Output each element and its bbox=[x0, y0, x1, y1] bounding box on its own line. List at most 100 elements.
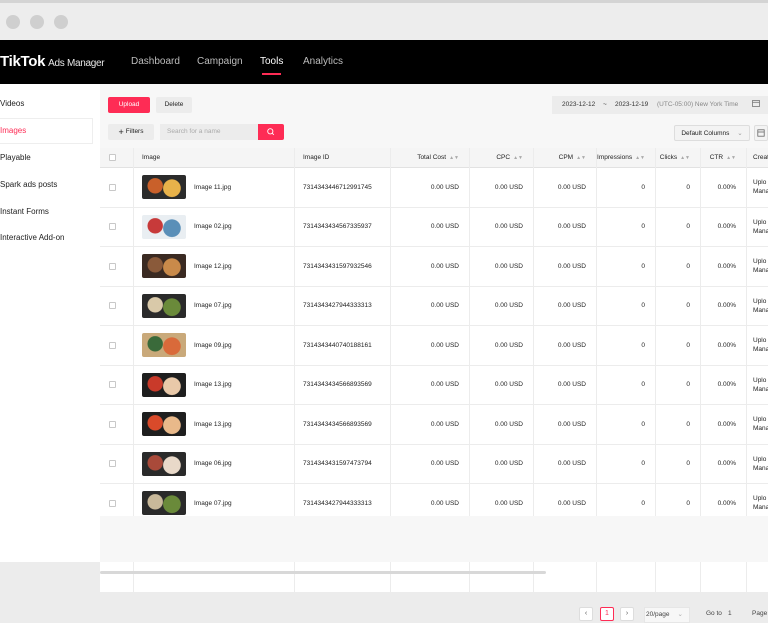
select-all-checkbox[interactable] bbox=[109, 148, 119, 167]
sidebar-item-instant-forms[interactable]: Instant Forms bbox=[0, 200, 92, 224]
col-total-cost[interactable]: Total Cost ▲▼ bbox=[390, 148, 469, 167]
app-window: TikTok Ads Manager Dashboard Campaign Too… bbox=[0, 0, 768, 623]
page-1-button[interactable]: 1 bbox=[600, 607, 614, 621]
image-cell[interactable]: Image 12.jpg bbox=[142, 247, 292, 286]
col-impressions-label: Impressions bbox=[597, 154, 633, 161]
cpc-value: 0.00 USD bbox=[494, 420, 523, 428]
ctr-value: 0.00% bbox=[717, 381, 736, 389]
image-thumbnail[interactable] bbox=[142, 214, 186, 239]
ctr-value: 0.00% bbox=[717, 460, 736, 468]
image-cell[interactable]: Image 11.jpg bbox=[142, 168, 292, 207]
table-row[interactable]: Image 11.jpg 7314343446712991745 0.00 US… bbox=[100, 168, 768, 208]
image-cell[interactable]: Image 02.jpg bbox=[142, 208, 292, 247]
created-line-2: Mana bbox=[753, 188, 768, 196]
col-created[interactable]: Creat bbox=[753, 148, 768, 167]
delete-button[interactable]: Delete bbox=[156, 97, 192, 113]
cpc-value: 0.00 USD bbox=[494, 460, 523, 468]
created-line-1: Uplo bbox=[753, 297, 767, 305]
created-by: Uplo Mana bbox=[753, 326, 768, 365]
image-thumbnail[interactable] bbox=[142, 333, 186, 358]
clicks-value: 0 bbox=[686, 223, 690, 231]
date-end: 2023-12-19 bbox=[615, 101, 649, 108]
nav-analytics[interactable]: Analytics bbox=[303, 56, 343, 67]
image-thumbnail[interactable] bbox=[142, 175, 186, 200]
sidebar-item-playable[interactable]: Playable bbox=[0, 146, 92, 170]
window-minimize-dot[interactable] bbox=[30, 15, 44, 29]
sidebar-item-interactive-add-on[interactable]: Interactive Add-on bbox=[0, 226, 92, 250]
row-checkbox[interactable] bbox=[109, 208, 119, 247]
table-row[interactable]: Image 02.jpg 7314343434567335937 0.00 US… bbox=[100, 208, 768, 247]
image-name: Image 09.jpg bbox=[194, 341, 232, 349]
image-thumbnail[interactable] bbox=[142, 372, 186, 397]
sidebar-item-videos[interactable]: Videos bbox=[0, 92, 92, 116]
window-maximize-dot[interactable] bbox=[54, 15, 68, 29]
total-cost-value: 0.00 USD bbox=[430, 183, 459, 191]
date-range-picker[interactable]: 2023-12-12 ~ 2023-12-19 (UTC-05:00) New … bbox=[552, 96, 768, 114]
sort-icon: ▲▼ bbox=[680, 154, 690, 161]
row-checkbox[interactable] bbox=[109, 287, 119, 326]
page-size-select[interactable]: 20/page ⌄ bbox=[644, 607, 690, 623]
search-button[interactable] bbox=[258, 124, 284, 140]
col-cpm[interactable]: CPM ▲▼ bbox=[533, 148, 596, 167]
upload-button[interactable]: Upload bbox=[108, 97, 150, 113]
window-chrome bbox=[0, 0, 768, 40]
horizontal-scrollbar[interactable] bbox=[100, 571, 546, 574]
goto-input[interactable]: 1 bbox=[728, 607, 742, 621]
sidebar-item-spark-ads-posts[interactable]: Spark ads posts bbox=[0, 173, 92, 197]
nav-tools[interactable]: Tools bbox=[260, 56, 283, 75]
sort-icon: ▲▼ bbox=[449, 154, 459, 161]
col-impressions[interactable]: Impressions ▲▼ bbox=[596, 148, 655, 167]
image-thumbnail[interactable] bbox=[142, 451, 186, 476]
image-cell[interactable]: Image 09.jpg bbox=[142, 326, 292, 365]
row-checkbox[interactable] bbox=[109, 326, 119, 365]
col-ctr[interactable]: CTR ▲▼ bbox=[700, 148, 746, 167]
created-line-2: Mana bbox=[753, 464, 768, 472]
image-name: Image 07.jpg bbox=[194, 302, 232, 310]
image-cell[interactable]: Image 13.jpg bbox=[142, 366, 292, 405]
row-checkbox[interactable] bbox=[109, 405, 119, 444]
table-row[interactable]: Image 13.jpg 7314343434566893569 0.00 US… bbox=[100, 405, 768, 445]
image-id: 7314343446712991745 bbox=[303, 183, 372, 191]
col-cpc[interactable]: CPC ▲▼ bbox=[469, 148, 533, 167]
total-cost-value: 0.00 USD bbox=[430, 302, 459, 310]
sidebar-item-images[interactable]: Images bbox=[0, 119, 92, 143]
brand-logo[interactable]: TikTok Ads Manager bbox=[0, 53, 105, 70]
created-line-2: Mana bbox=[753, 306, 768, 314]
table-row[interactable]: Image 13.jpg 7314343434566893569 0.00 US… bbox=[100, 366, 768, 405]
image-thumbnail[interactable] bbox=[142, 412, 186, 437]
row-checkbox[interactable] bbox=[109, 168, 119, 207]
image-id: 7314343431597932546 bbox=[303, 262, 372, 270]
filters-button[interactable]: + Filters bbox=[108, 124, 154, 140]
table-row[interactable]: Image 09.jpg 7314343440740188161 0.00 US… bbox=[100, 326, 768, 366]
row-checkbox[interactable] bbox=[109, 366, 119, 405]
col-image[interactable]: Image bbox=[142, 148, 282, 167]
next-page-button[interactable]: › bbox=[620, 607, 634, 621]
table-row[interactable]: Image 07.jpg 7314343427944333313 0.00 US… bbox=[100, 287, 768, 326]
nav-dashboard[interactable]: Dashboard bbox=[131, 56, 180, 67]
col-clicks[interactable]: Clicks ▲▼ bbox=[655, 148, 700, 167]
prev-page-button[interactable]: ‹ bbox=[579, 607, 593, 621]
col-cpc-label: CPC bbox=[496, 154, 511, 161]
export-button[interactable] bbox=[754, 125, 768, 141]
row-checkbox[interactable] bbox=[109, 445, 119, 484]
impressions-value: 0 bbox=[641, 302, 645, 310]
image-cell[interactable]: Image 06.jpg bbox=[142, 445, 292, 484]
col-total-cost-label: Total Cost bbox=[417, 154, 447, 161]
image-cell[interactable]: Image 07.jpg bbox=[142, 287, 292, 326]
image-thumbnail[interactable] bbox=[142, 254, 186, 279]
search-input[interactable]: Search for a name bbox=[160, 124, 258, 140]
row-checkbox[interactable] bbox=[109, 247, 119, 286]
cpc-value: 0.00 USD bbox=[494, 183, 523, 191]
table-row[interactable]: Image 06.jpg 7314343431597473794 0.00 US… bbox=[100, 445, 768, 484]
window-close-dot[interactable] bbox=[6, 15, 20, 29]
image-id: 7314343434567335937 bbox=[303, 223, 372, 231]
nav-campaign[interactable]: Campaign bbox=[197, 56, 243, 67]
cpm-value: 0.00 USD bbox=[557, 381, 586, 389]
image-thumbnail[interactable] bbox=[142, 293, 186, 318]
image-cell[interactable]: Image 13.jpg bbox=[142, 405, 292, 444]
table-row[interactable]: Image 12.jpg 7314343431597932546 0.00 US… bbox=[100, 247, 768, 287]
col-image-id[interactable]: Image ID bbox=[303, 148, 383, 167]
default-columns-select[interactable]: Default Columns ⌄ bbox=[674, 125, 750, 141]
download-icon bbox=[757, 129, 765, 137]
image-thumbnail[interactable] bbox=[142, 491, 186, 516]
